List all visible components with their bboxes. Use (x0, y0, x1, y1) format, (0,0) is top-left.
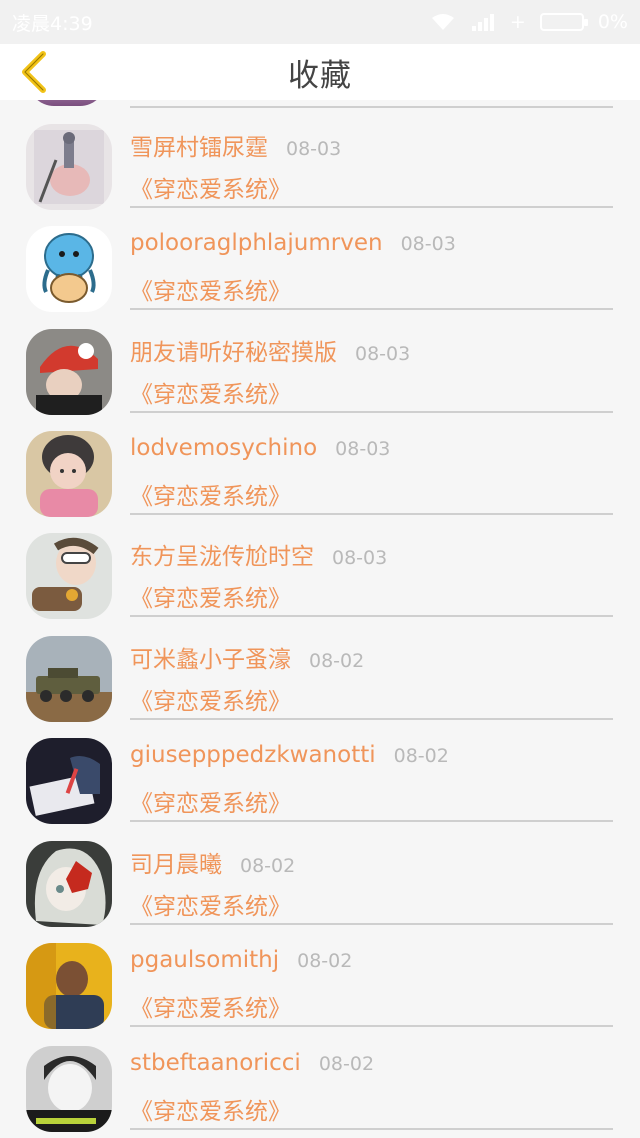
item-info: 东方呈泷传尬时空 08-03 《穿恋爱系统》 (130, 533, 613, 617)
user-name[interactable]: pgaulsomithj (130, 947, 279, 973)
item-info: stbeftaanoricci 08-02 《穿恋爱系统》 (130, 1046, 613, 1130)
item-date: 08-02 (297, 950, 353, 972)
book-title[interactable]: 《穿恋爱系统》 (130, 373, 613, 409)
chevron-left-icon (22, 51, 46, 93)
user-name[interactable]: polooraglphlajumrven (130, 230, 383, 256)
page-title: 收藏 (288, 57, 352, 94)
item-info: 可米蠡小子蚤濠 08-02 《穿恋爱系统》 (130, 636, 613, 720)
list-item[interactable]: 司月晨曦 08-02 《穿恋爱系统》 (0, 825, 640, 927)
item-info: pgaulsomithj 08-02 《穿恋爱系统》 (130, 943, 613, 1027)
top-bar: 收藏 (0, 44, 640, 100)
avatar (26, 943, 112, 1029)
avatar (26, 636, 112, 722)
item-date: 08-03 (355, 343, 411, 365)
avatar (26, 1046, 112, 1132)
item-date: 08-02 (309, 650, 365, 672)
item-date: 08-03 (332, 547, 388, 569)
book-title[interactable]: 《穿恋爱系统》 (130, 577, 613, 613)
book-title[interactable]: 《穿恋爱系统》 (130, 168, 613, 204)
item-info: 雪屏村镭尿霆 08-03 《穿恋爱系统》 (130, 124, 613, 208)
user-name[interactable]: 雪屏村镭尿霆 (130, 128, 268, 162)
item-date: 08-02 (318, 1053, 375, 1075)
book-title[interactable]: 《穿恋爱系统》 (130, 782, 613, 818)
item-info: giusepppedzkwanotti 08-02 《穿恋爱系统》 (130, 738, 613, 822)
user-name[interactable]: 朋友请听好秘密摸版 (130, 333, 337, 367)
user-name[interactable]: giusepppedzkwanotti (130, 742, 376, 768)
charging-icon: + (509, 11, 526, 33)
avatar (26, 738, 112, 824)
user-name[interactable]: 司月晨曦 (130, 845, 222, 879)
battery-percent: 0% (597, 11, 628, 33)
status-icons: + 0% (430, 11, 628, 33)
book-title[interactable]: 《穿恋爱系统》 (130, 987, 613, 1023)
list-item[interactable]: lodvemosychino 08-03 《穿恋爱系统》 (0, 415, 640, 517)
item-info: polooraglphlajumrven 08-03 《穿恋爱系统》 (130, 226, 613, 310)
wifi-icon (431, 14, 454, 30)
list-item[interactable]: stbeftaanoricci 08-02 《穿恋爱系统》 (0, 1030, 640, 1132)
item-info: 司月晨曦 08-02 《穿恋爱系统》 (130, 841, 613, 925)
list-item[interactable]: 雪屏村镭尿霆 08-03 《穿恋爱系统》 (0, 108, 640, 210)
item-date: 08-02 (393, 745, 449, 767)
list-item[interactable]: pgaulsomithj 08-02 《穿恋爱系统》 (0, 927, 640, 1029)
item-info: 朋友请听好秘密摸版 08-03 《穿恋爱系统》 (130, 329, 613, 413)
signal-icon (471, 14, 494, 31)
list-item[interactable]: polooraglphlajumrven 08-03 《穿恋爱系统》 (0, 210, 640, 312)
item-date: 08-03 (335, 438, 391, 460)
avatar (26, 124, 112, 210)
avatar (28, 100, 106, 106)
item-date: 08-03 (400, 233, 456, 255)
book-title[interactable]: 《穿恋爱系统》 (130, 1090, 613, 1126)
book-title[interactable]: 《穿恋爱系统》 (130, 680, 613, 716)
list-item-partial[interactable] (0, 100, 640, 108)
back-button[interactable] (12, 50, 56, 94)
status-time: 凌晨4:39 (12, 12, 93, 35)
list-item[interactable]: giusepppedzkwanotti 08-02 《穿恋爱系统》 (0, 722, 640, 824)
item-date: 08-02 (240, 855, 296, 877)
list-item[interactable]: 朋友请听好秘密摸版 08-03 《穿恋爱系统》 (0, 313, 640, 415)
status-bar: 凌晨4:39 + 0% (0, 0, 640, 44)
book-title[interactable]: 《穿恋爱系统》 (130, 885, 613, 921)
favorites-list[interactable]: 雪屏村镭尿霆 08-03 《穿恋爱系统》 polooraglphlajumrve… (0, 100, 640, 1138)
list-item[interactable]: 东方呈泷传尬时空 08-03 《穿恋爱系统》 (0, 517, 640, 619)
avatar (26, 226, 112, 312)
user-name[interactable]: lodvemosychino (130, 435, 317, 461)
book-title[interactable]: 《穿恋爱系统》 (130, 270, 613, 306)
avatar (26, 533, 112, 619)
item-date: 08-03 (286, 138, 342, 160)
user-name[interactable]: stbeftaanoricci (130, 1050, 301, 1076)
battery-icon (539, 13, 588, 31)
avatar (26, 329, 112, 415)
item-info: lodvemosychino 08-03 《穿恋爱系统》 (130, 431, 613, 515)
list-item[interactable]: 可米蠡小子蚤濠 08-02 《穿恋爱系统》 (0, 620, 640, 722)
user-name[interactable]: 东方呈泷传尬时空 (130, 537, 314, 571)
user-name[interactable]: 可米蠡小子蚤濠 (130, 640, 291, 674)
avatar (26, 841, 112, 927)
book-title[interactable]: 《穿恋爱系统》 (130, 475, 613, 511)
avatar (26, 431, 112, 517)
